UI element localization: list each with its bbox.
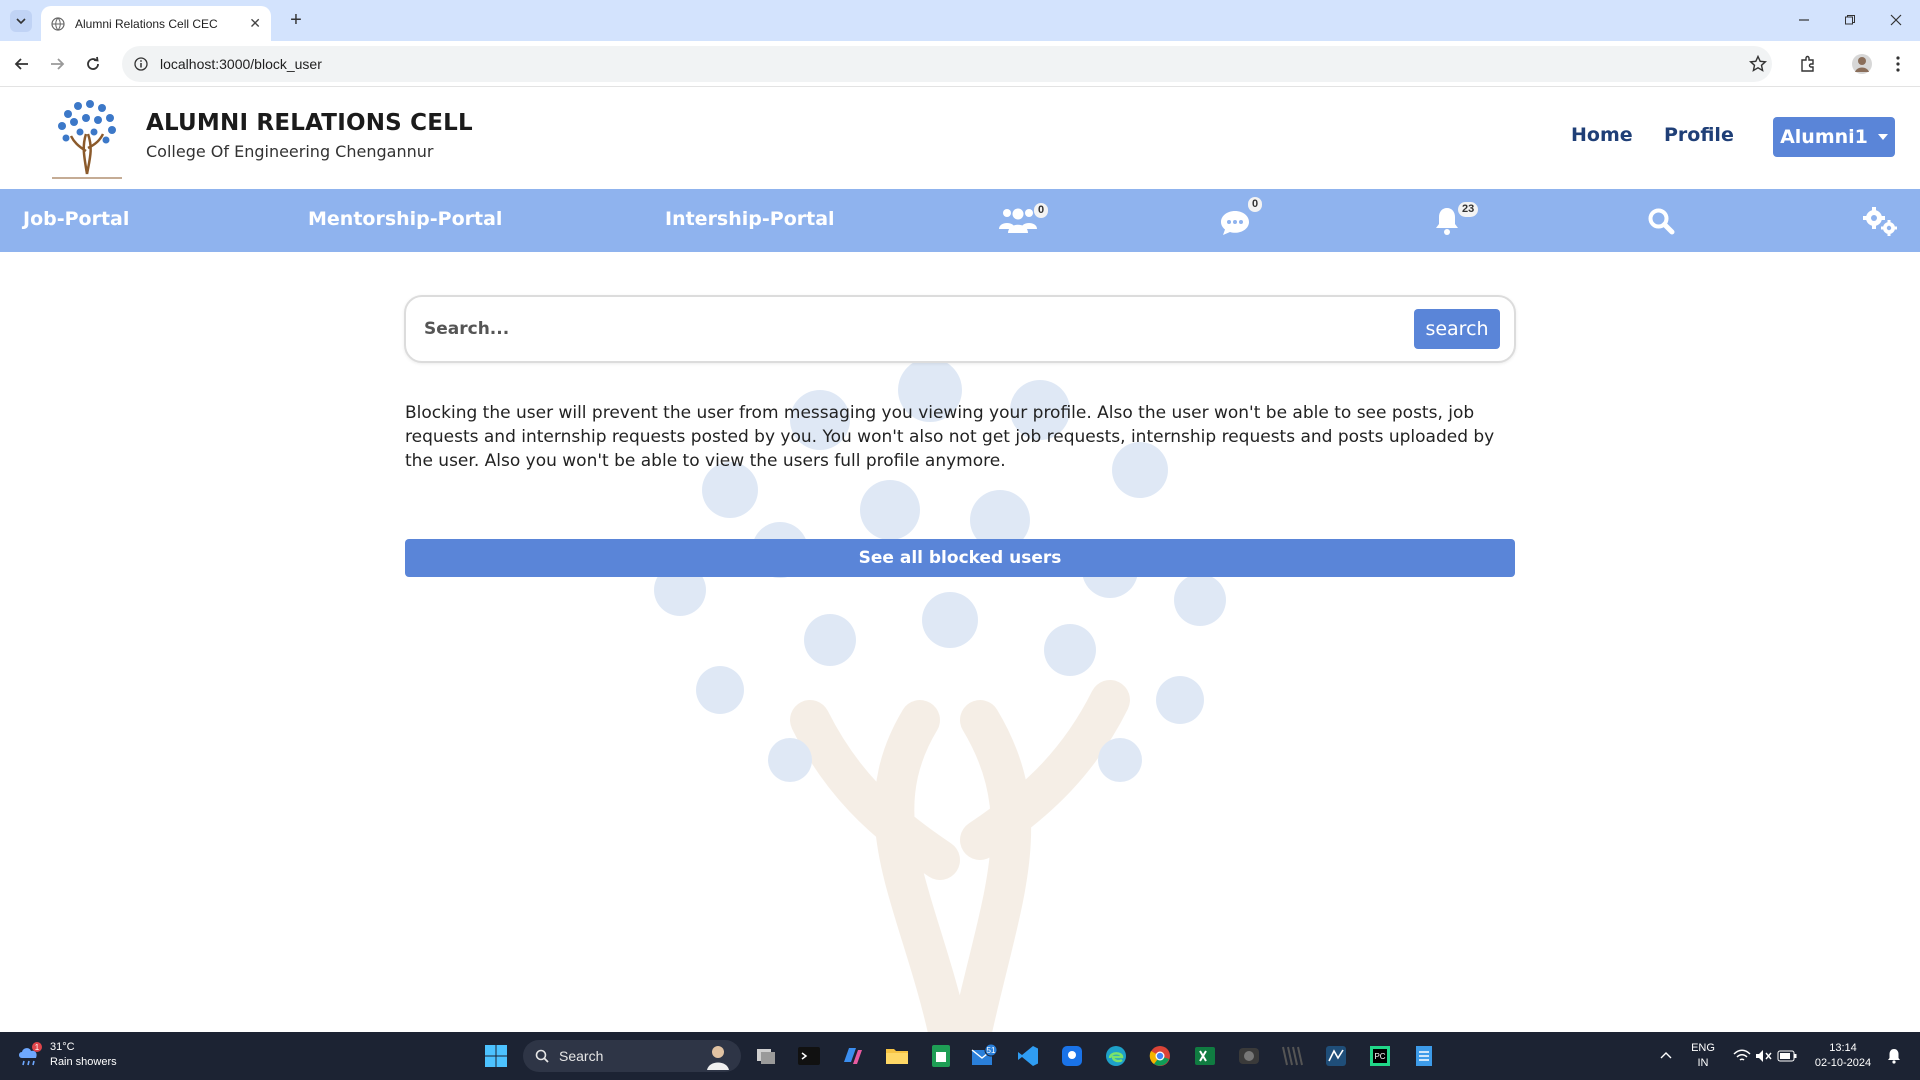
profile-avatar-icon[interactable] bbox=[1849, 51, 1875, 77]
site-info-icon[interactable] bbox=[134, 57, 148, 71]
browser-tab[interactable]: Alumni Relations Cell CEC ✕ bbox=[41, 6, 271, 41]
windows-logo-icon bbox=[485, 1045, 507, 1067]
main-navbar: Job-Portal Mentorship-Portal Intership-P… bbox=[0, 189, 1920, 252]
camera-icon[interactable] bbox=[1235, 1042, 1263, 1070]
minimize-icon[interactable] bbox=[1784, 8, 1824, 32]
tab-title: Alumni Relations Cell CEC bbox=[75, 16, 218, 31]
browser-toolbar: localhost:3000/block_user bbox=[0, 41, 1920, 87]
gears-icon bbox=[1863, 207, 1897, 236]
users-icon bbox=[999, 208, 1037, 233]
caret-down-icon bbox=[1877, 134, 1888, 140]
browser-menu-icon[interactable] bbox=[1885, 51, 1911, 77]
messages-button[interactable]: 0 bbox=[1220, 197, 1270, 237]
site-subtitle: College Of Engineering Chengannur bbox=[146, 142, 434, 161]
mail-icon[interactable]: 51 bbox=[970, 1042, 998, 1070]
reload-icon[interactable] bbox=[80, 51, 106, 77]
bell-icon bbox=[1436, 208, 1458, 235]
terminal-icon[interactable] bbox=[795, 1042, 823, 1070]
forward-icon[interactable] bbox=[44, 51, 70, 77]
clock-date: 02-10-2024 bbox=[1814, 1057, 1872, 1069]
browser-tabstrip: Alumni Relations Cell CEC ✕ + bbox=[0, 0, 1920, 41]
weather-widget[interactable]: 1 31°C Rain showers bbox=[16, 1040, 117, 1070]
lang-top: ENG bbox=[1691, 1042, 1715, 1054]
connections-badge: 0 bbox=[1034, 203, 1049, 218]
show-hidden-icons[interactable] bbox=[1652, 1042, 1680, 1070]
weather-badge: 1 bbox=[35, 1043, 40, 1052]
notification-bell-icon[interactable] bbox=[1880, 1042, 1908, 1070]
taskbar-search-label: Search bbox=[559, 1048, 604, 1064]
extensions-icon[interactable] bbox=[1795, 51, 1821, 77]
weather-temp: 31°C bbox=[50, 1041, 75, 1053]
site-header: ALUMNI RELATIONS CELL College Of Enginee… bbox=[0, 88, 1920, 189]
chevron-down-icon bbox=[16, 18, 26, 25]
user-search-input[interactable] bbox=[424, 311, 1324, 347]
notifications-button[interactable]: 23 bbox=[1434, 202, 1486, 237]
windows-taskbar: 1 31°C Rain showers Search 51 PC ENG IN bbox=[0, 1032, 1920, 1080]
user-dropdown-label: Alumni1 bbox=[1780, 126, 1868, 148]
copilot-icon[interactable] bbox=[838, 1042, 866, 1070]
app-icon-2[interactable] bbox=[1278, 1042, 1306, 1070]
messages-badge: 0 bbox=[1248, 197, 1263, 212]
user-search-box: search bbox=[404, 295, 1516, 363]
pycharm-icon[interactable]: PC bbox=[1366, 1042, 1394, 1070]
vscode-icon[interactable] bbox=[1014, 1042, 1042, 1070]
chat-icon bbox=[1221, 211, 1249, 235]
user-dropdown-button[interactable]: Alumni1 bbox=[1773, 117, 1895, 157]
search-button[interactable]: search bbox=[1414, 309, 1500, 349]
url-text: localhost:3000/block_user bbox=[160, 56, 322, 72]
back-icon[interactable] bbox=[9, 51, 35, 77]
start-button[interactable] bbox=[482, 1042, 510, 1070]
new-tab-button[interactable]: + bbox=[284, 9, 308, 33]
connections-button[interactable]: 0 bbox=[998, 203, 1058, 237]
close-tab-icon[interactable]: ✕ bbox=[249, 15, 261, 32]
taskbar-search[interactable]: Search bbox=[523, 1040, 741, 1072]
svg-text:PC: PC bbox=[1374, 1052, 1385, 1061]
excel-icon[interactable] bbox=[1191, 1042, 1219, 1070]
search-icon bbox=[535, 1049, 549, 1063]
globe-icon bbox=[51, 16, 65, 31]
home-link[interactable]: Home bbox=[1571, 124, 1633, 146]
notepad-icon[interactable] bbox=[1410, 1042, 1438, 1070]
language-indicator[interactable]: ENG IN bbox=[1686, 1041, 1720, 1071]
weather-desc: Rain showers bbox=[50, 1056, 117, 1068]
bookmark-star-icon[interactable] bbox=[1745, 51, 1771, 77]
nav-internship-portal[interactable]: Intership-Portal bbox=[665, 208, 835, 230]
task-view-icon[interactable] bbox=[752, 1042, 780, 1070]
app-icon[interactable] bbox=[1058, 1042, 1086, 1070]
battery-icon[interactable] bbox=[1773, 1042, 1801, 1070]
rain-cloud-icon: 1 bbox=[19, 1042, 42, 1066]
alumni-tree-logo bbox=[52, 100, 122, 179]
tab-search-button[interactable] bbox=[10, 10, 32, 32]
site-title: ALUMNI RELATIONS CELL bbox=[146, 110, 473, 136]
profile-link[interactable]: Profile bbox=[1664, 124, 1734, 146]
mail-badge: 51 bbox=[987, 1046, 996, 1055]
notifications-badge: 23 bbox=[1458, 202, 1479, 217]
search-nav-button[interactable] bbox=[1647, 203, 1677, 237]
settings-button[interactable] bbox=[1862, 203, 1898, 237]
search-highlight-icon bbox=[707, 1046, 729, 1070]
close-window-icon[interactable] bbox=[1876, 8, 1916, 32]
nav-mentorship-portal[interactable]: Mentorship-Portal bbox=[308, 208, 502, 230]
restore-icon[interactable] bbox=[1830, 8, 1870, 32]
see-blocked-users-button[interactable]: See all blocked users bbox=[405, 539, 1515, 577]
file-explorer-icon[interactable] bbox=[883, 1042, 911, 1070]
clock[interactable]: 13:14 02-10-2024 bbox=[1808, 1041, 1878, 1071]
address-bar[interactable]: localhost:3000/block_user bbox=[122, 46, 1772, 82]
block-info-text: Blocking the user will prevent the user … bbox=[405, 403, 1495, 471]
search-icon bbox=[1648, 208, 1675, 235]
mysql-workbench-icon[interactable] bbox=[1322, 1042, 1350, 1070]
nav-job-portal[interactable]: Job-Portal bbox=[23, 208, 129, 230]
chrome-icon[interactable] bbox=[1146, 1042, 1174, 1070]
clock-time: 13:14 bbox=[1829, 1042, 1857, 1054]
sheets-app-icon[interactable] bbox=[927, 1042, 955, 1070]
edge-icon[interactable] bbox=[1102, 1042, 1130, 1070]
lang-bottom: IN bbox=[1697, 1057, 1709, 1069]
